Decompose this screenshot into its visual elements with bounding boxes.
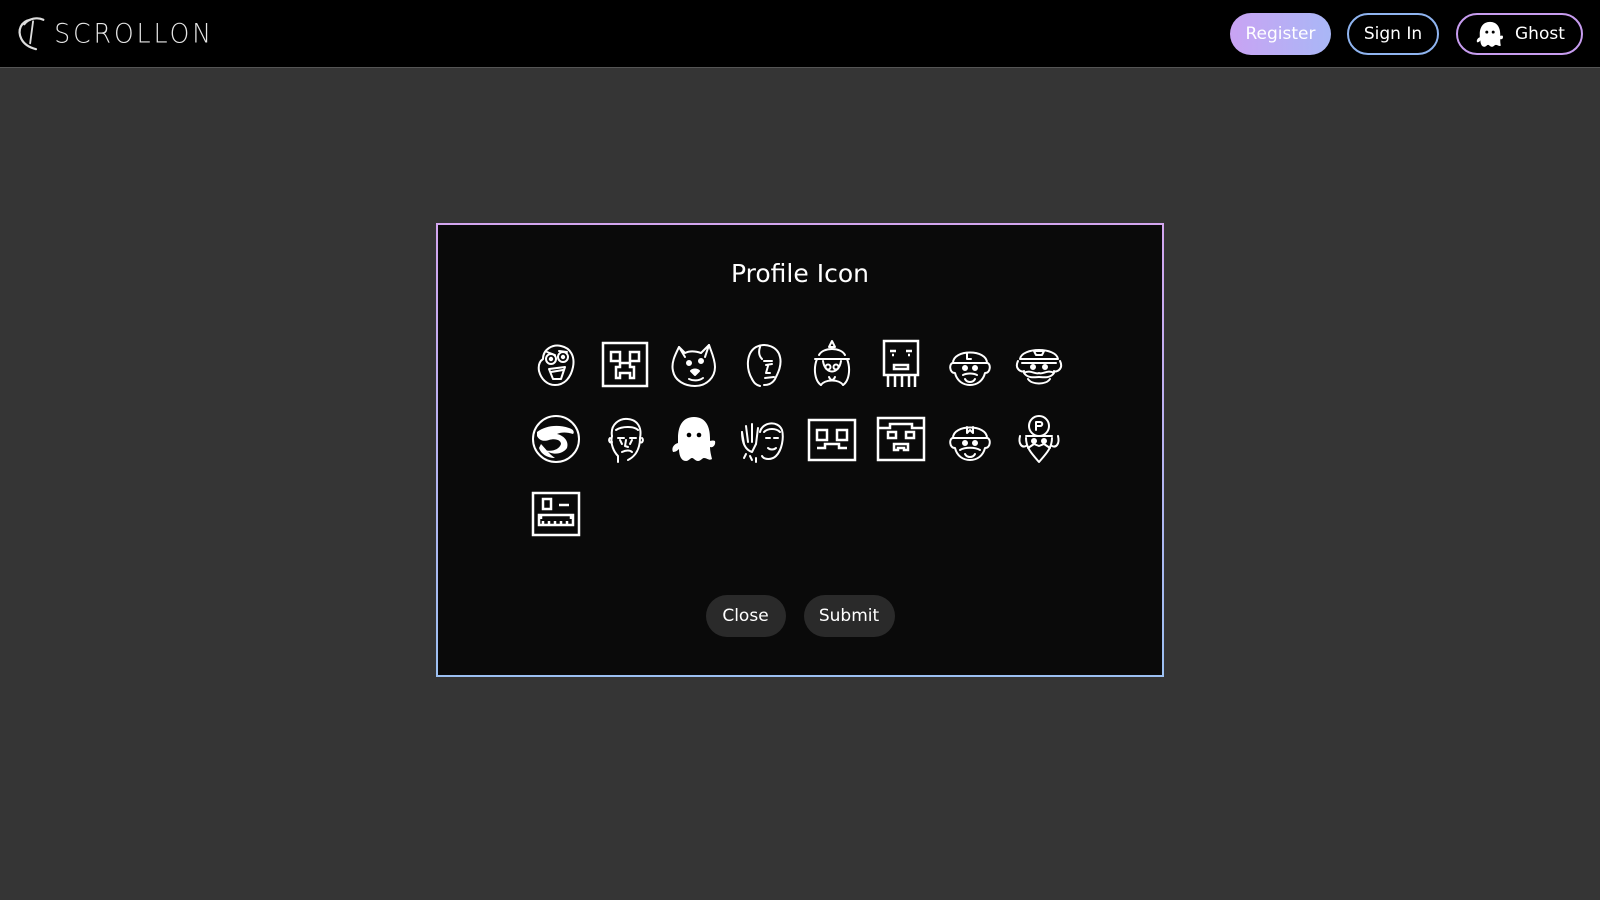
ghost-icon [1474, 18, 1506, 50]
creeper-icon[interactable] [600, 339, 650, 389]
waving-man-icon[interactable] [738, 414, 788, 464]
ghost-icon[interactable] [669, 414, 719, 464]
profile-icon-modal: Profile Icon Close Submit [436, 223, 1164, 677]
wario-icon[interactable] [1014, 339, 1064, 389]
register-button[interactable]: Register [1230, 13, 1331, 55]
luigi-icon[interactable] [945, 339, 995, 389]
dragon-icon[interactable] [531, 414, 581, 464]
mario-icon[interactable] [945, 414, 995, 464]
top-navbar: SCROLLON Register Sign In Ghost [0, 0, 1600, 68]
waluigi-icon[interactable] [1014, 414, 1064, 464]
anime-girl-icon[interactable] [807, 339, 857, 389]
user-name-label: Ghost [1515, 24, 1565, 44]
submit-button[interactable]: Submit [803, 595, 895, 637]
close-button[interactable]: Close [705, 595, 786, 637]
user-profile-button[interactable]: Ghost [1456, 13, 1583, 55]
modal-actions: Close Submit [438, 595, 1162, 637]
block-face-icon[interactable] [807, 414, 857, 464]
logo-swirl-icon [18, 17, 45, 51]
modal-title: Profile Icon [731, 259, 869, 288]
block-creature-icon[interactable] [876, 414, 926, 464]
ghast-icon[interactable] [876, 339, 926, 389]
sad-man-icon[interactable] [600, 414, 650, 464]
pixel-robot-icon[interactable] [531, 489, 581, 539]
profile-icon-grid [531, 339, 1081, 539]
doge-icon[interactable] [669, 339, 719, 389]
meme-face-icon[interactable] [738, 339, 788, 389]
rage-face-icon[interactable] [531, 339, 581, 389]
brand-logo[interactable]: SCROLLON [14, 6, 214, 60]
brand-name: SCROLLON [54, 17, 214, 49]
sign-in-button[interactable]: Sign In [1347, 13, 1439, 55]
